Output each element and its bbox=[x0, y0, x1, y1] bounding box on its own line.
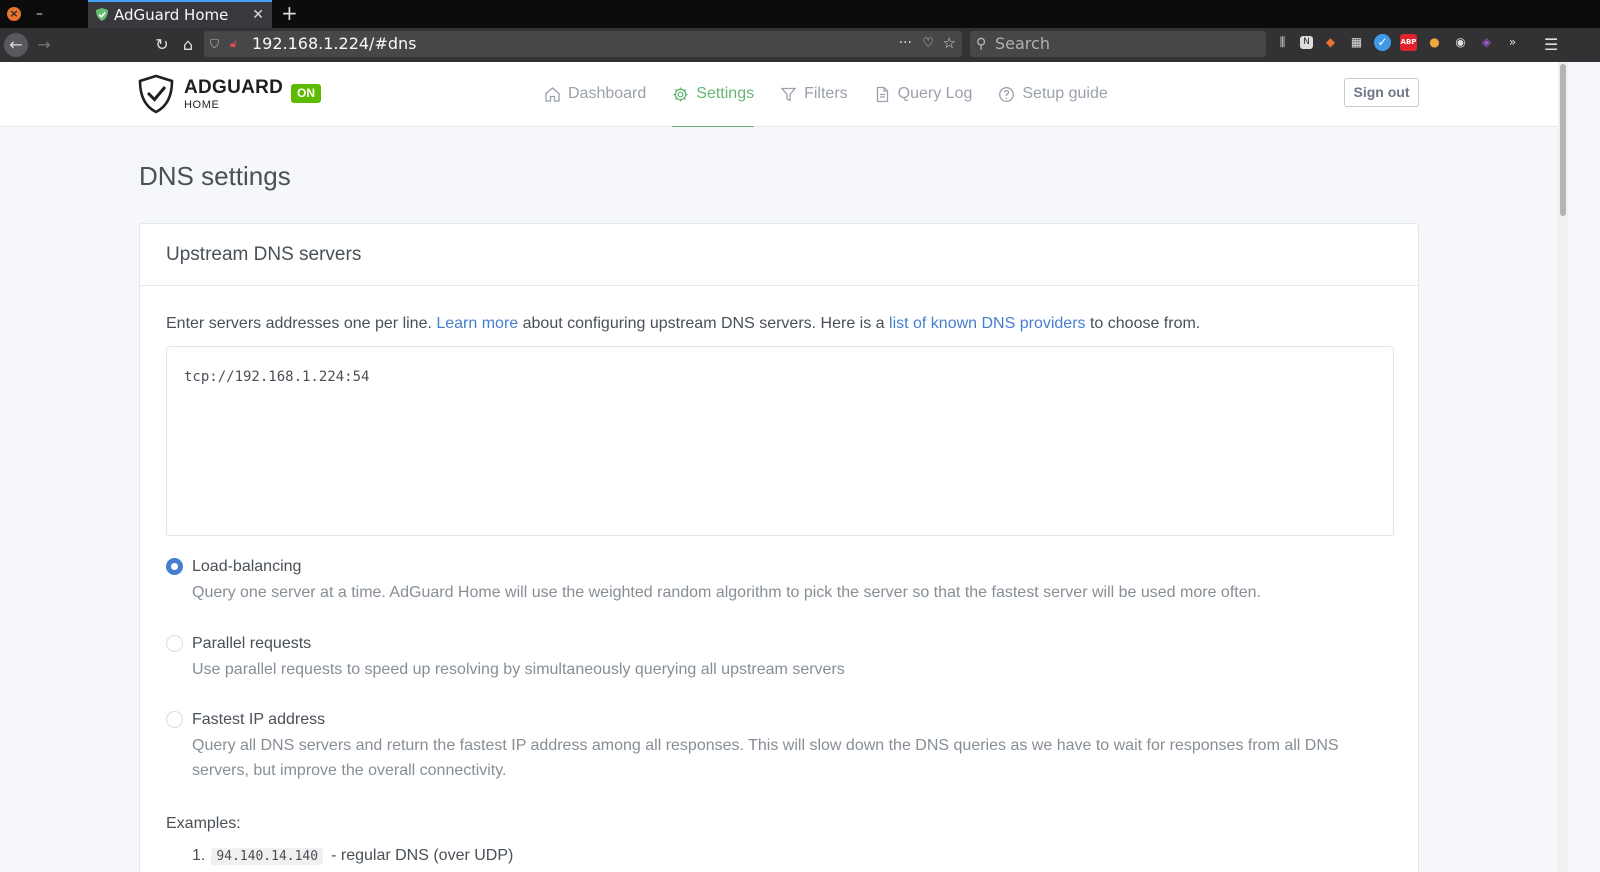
search-bar[interactable]: ⚲ Search bbox=[970, 31, 1266, 57]
new-tab-icon[interactable]: + bbox=[281, 1, 298, 25]
logo-wordmark[interactable]: ADGUARD bbox=[184, 77, 283, 99]
adguard-logo-icon[interactable] bbox=[138, 74, 174, 114]
nav-filters[interactable]: Filters bbox=[780, 62, 848, 127]
radio-label[interactable]: Fastest IP address bbox=[192, 709, 325, 731]
overflow-chevron-icon[interactable]: » bbox=[1504, 34, 1521, 51]
intro-text-part: Enter servers addresses one per line. bbox=[166, 315, 437, 332]
pocket-icon[interactable]: ♡ bbox=[922, 34, 934, 54]
examples-title: Examples: bbox=[166, 815, 241, 832]
browser-tab[interactable]: AdGuard Home ✕ bbox=[88, 0, 272, 28]
tab-close-icon[interactable]: ✕ bbox=[252, 6, 264, 24]
nav-label: Setup guide bbox=[1022, 85, 1108, 102]
tracking-shield-icon[interactable]: ⛉ bbox=[210, 36, 219, 52]
page-scrollbar[interactable] bbox=[1558, 62, 1568, 872]
sign-out-button[interactable]: Sign out bbox=[1344, 78, 1419, 107]
upstream-intro-text: Enter servers addresses one per line. Le… bbox=[166, 313, 1396, 335]
gear-icon bbox=[673, 87, 688, 101]
app-header: ADGUARD HOME ON Dashboard Settings Filte… bbox=[0, 62, 1558, 127]
nav-label: Dashboard bbox=[568, 85, 647, 102]
forward-icon[interactable]: → bbox=[32, 33, 56, 57]
radio-description: Use parallel requests to speed up resolv… bbox=[192, 661, 845, 678]
fastest-ip-radio[interactable] bbox=[166, 711, 183, 728]
nav-settings[interactable]: Settings bbox=[672, 62, 755, 127]
nav-dashboard[interactable]: Dashboard bbox=[544, 62, 646, 127]
extension-icons: ⫼ N ◆ ▦ ✓ ABP ● ◉ ◈ » bbox=[1274, 34, 1521, 56]
hamburger-menu-icon[interactable]: ☰ bbox=[1544, 33, 1558, 57]
intro-text-part: to choose from. bbox=[1085, 315, 1201, 332]
learn-more-link[interactable]: Learn more bbox=[436, 315, 518, 332]
search-icon: ⚲ bbox=[976, 36, 987, 52]
radio-label[interactable]: Load-balancing bbox=[192, 556, 301, 578]
reader-icon[interactable]: N bbox=[1300, 36, 1313, 49]
grid-extension-icon[interactable]: ▦ bbox=[1348, 34, 1365, 51]
tab-title: AdGuard Home bbox=[114, 6, 229, 24]
funnel-icon bbox=[780, 87, 797, 102]
dns-providers-link[interactable]: list of known DNS providers bbox=[889, 315, 1086, 332]
fox-extension-icon[interactable]: ◆ bbox=[1322, 34, 1339, 51]
upstream-dns-card: Upstream DNS servers Enter servers addre… bbox=[139, 223, 1419, 872]
page-actions-icon[interactable]: ··· bbox=[899, 33, 912, 53]
adblock-icon[interactable]: ABP bbox=[1400, 34, 1417, 51]
document-icon bbox=[876, 86, 888, 102]
nav-label: Query Log bbox=[897, 85, 973, 102]
url-bar[interactable]: ⛉ 🔓︎ 192.168.1.224/#dns ··· ♡ ☆ bbox=[204, 31, 962, 57]
insecure-lock-icon[interactable]: 🔓︎ bbox=[230, 36, 237, 52]
example-number: 1. bbox=[192, 847, 206, 864]
home-icon[interactable]: ⌂ bbox=[176, 33, 200, 57]
intro-text-part: about configuring upstream DNS servers. … bbox=[518, 315, 890, 332]
page-scroll-thumb[interactable] bbox=[1560, 64, 1566, 216]
radio-label[interactable]: Parallel requests bbox=[192, 633, 311, 655]
library-icon[interactable]: ⫼ bbox=[1274, 34, 1291, 51]
window-close-icon[interactable]: × bbox=[7, 7, 21, 21]
main-navigation: Dashboard Settings Filters Query Log Set… bbox=[544, 62, 1134, 127]
url-text[interactable]: 192.168.1.224/#dns bbox=[252, 34, 416, 54]
radio-description: Query one server at a time. AdGuard Home… bbox=[192, 584, 1261, 601]
help-circle-icon bbox=[999, 86, 1015, 102]
radio-description: Query all DNS servers and return the fas… bbox=[192, 737, 1339, 779]
page-title: DNS settings bbox=[139, 161, 291, 191]
example-code: 94.140.14.140 bbox=[211, 848, 324, 865]
parallel-requests-radio[interactable] bbox=[166, 635, 183, 652]
bookmark-star-icon[interactable]: ☆ bbox=[943, 33, 956, 53]
window-minimize-icon[interactable]: – bbox=[36, 2, 43, 26]
back-icon[interactable]: ← bbox=[4, 33, 28, 57]
nav-setup-guide[interactable]: Setup guide bbox=[998, 62, 1108, 127]
home-icon bbox=[545, 86, 560, 102]
adguard-favicon-icon bbox=[96, 8, 108, 21]
card-title: Upstream DNS servers bbox=[166, 244, 362, 265]
nav-label: Filters bbox=[804, 85, 848, 102]
list-item: 1. 94.140.14.140 - regular DNS (over UDP) bbox=[192, 845, 513, 867]
nav-query-log[interactable]: Query Log bbox=[874, 62, 973, 127]
color-extension-icon[interactable]: ● bbox=[1426, 34, 1443, 51]
blue-extension-icon[interactable]: ✓ bbox=[1374, 34, 1391, 51]
logo-subtitle: HOME bbox=[184, 99, 220, 111]
load-balancing-radio[interactable] bbox=[166, 558, 183, 575]
protection-status-badge: ON bbox=[291, 84, 321, 103]
example-text: - regular DNS (over UDP) bbox=[331, 847, 514, 864]
search-placeholder[interactable]: Search bbox=[995, 34, 1050, 54]
reload-icon[interactable]: ↻ bbox=[150, 33, 174, 57]
account-extension-icon[interactable]: ◉ bbox=[1452, 34, 1469, 51]
examples-list: 1. 94.140.14.140 - regular DNS (over UDP) bbox=[192, 845, 513, 867]
nav-label: Settings bbox=[696, 85, 755, 102]
purple-extension-icon[interactable]: ◈ bbox=[1478, 34, 1495, 51]
upstream-servers-textarea[interactable]: tcp://192.168.1.224:54 bbox=[166, 346, 1394, 536]
card-header: Upstream DNS servers bbox=[140, 224, 1418, 286]
browser-tab-bar: × – AdGuard Home ✕ + bbox=[0, 0, 1600, 28]
browser-toolbar: ← → ↻ ⌂ ⛉ 🔓︎ 192.168.1.224/#dns ··· ♡ ☆ … bbox=[0, 28, 1600, 62]
